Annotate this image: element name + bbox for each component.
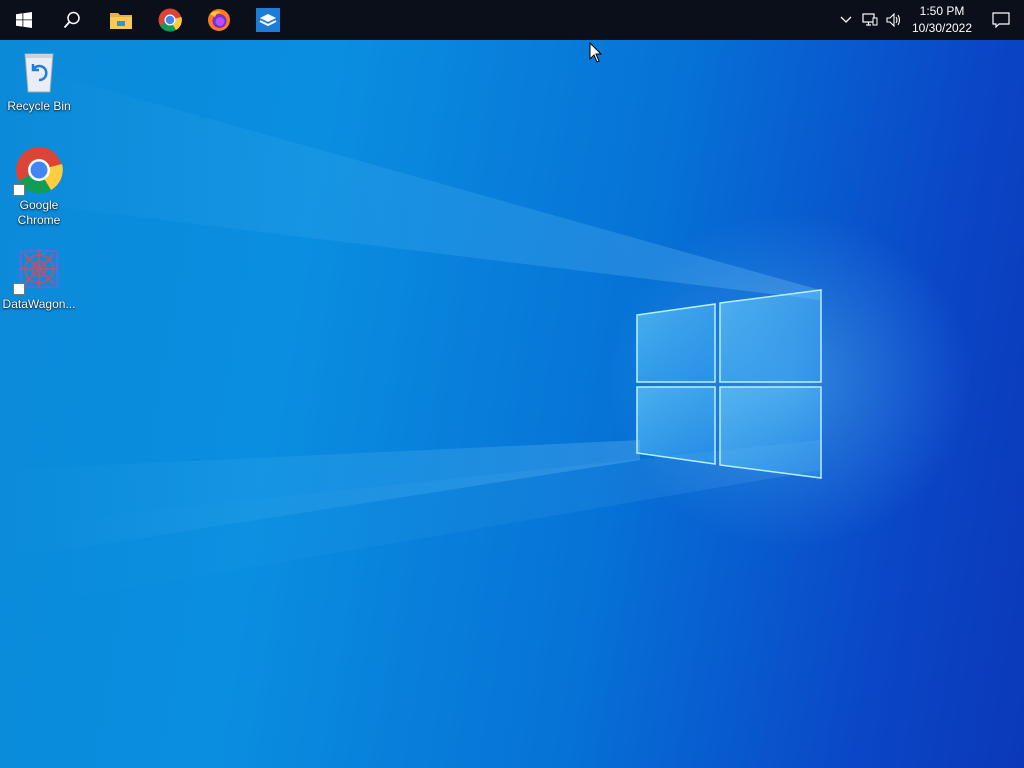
action-center-icon xyxy=(992,12,1010,28)
clock-date: 10/30/2022 xyxy=(911,21,973,35)
network-button[interactable] xyxy=(858,0,882,40)
shortcut-arrow-icon xyxy=(13,184,25,196)
chrome-icon xyxy=(158,8,182,32)
mouse-cursor-icon xyxy=(589,42,603,63)
system-tray: 1:50 PM 10/30/2022 xyxy=(834,0,1024,40)
datawagon-icon xyxy=(13,245,63,295)
show-hidden-icons-button[interactable] xyxy=(834,0,858,40)
action-center-button[interactable] xyxy=(978,0,1024,40)
taskbar-file-explorer[interactable] xyxy=(96,0,145,40)
clock-time: 1:50 PM xyxy=(919,4,965,18)
shortcut-arrow-icon xyxy=(13,283,25,295)
taskbar-firefox[interactable] xyxy=(194,0,243,40)
desktop-icon-label: Google Chrome xyxy=(17,198,61,227)
search-icon xyxy=(63,11,80,29)
volume-button[interactable] xyxy=(882,0,906,40)
start-button[interactable] xyxy=(0,0,48,40)
taskbar: 1:50 PM 10/30/2022 xyxy=(0,0,1024,40)
desktop[interactable]: Recycle Bin Google Chrome DataWagon... 1… xyxy=(0,0,1024,768)
volume-icon xyxy=(886,13,901,27)
desktop-icon-label: Recycle Bin xyxy=(7,99,71,113)
network-icon xyxy=(862,13,878,26)
chevron-up-icon xyxy=(840,16,852,23)
desktop-icon-label: DataWagon... xyxy=(2,297,76,311)
app-box-icon xyxy=(255,8,280,32)
taskbar-app-box[interactable] xyxy=(243,0,292,40)
clock-button[interactable]: 1:50 PM 10/30/2022 xyxy=(906,0,978,40)
chrome-icon xyxy=(13,146,63,196)
windows-logo-art xyxy=(636,289,822,479)
search-button[interactable] xyxy=(48,0,96,40)
folder-icon xyxy=(109,13,132,29)
desktop-icon-recycle-bin[interactable]: Recycle Bin xyxy=(1,47,77,114)
windows-logo-icon xyxy=(16,12,32,28)
taskbar-chrome[interactable] xyxy=(145,0,194,40)
firefox-icon xyxy=(207,9,230,31)
wallpaper xyxy=(0,60,822,600)
recycle-bin-icon xyxy=(15,47,63,95)
desktop-icon-google-chrome[interactable]: Google Chrome xyxy=(1,146,77,228)
desktop-icon-datawagon[interactable]: DataWagon... xyxy=(1,245,77,312)
